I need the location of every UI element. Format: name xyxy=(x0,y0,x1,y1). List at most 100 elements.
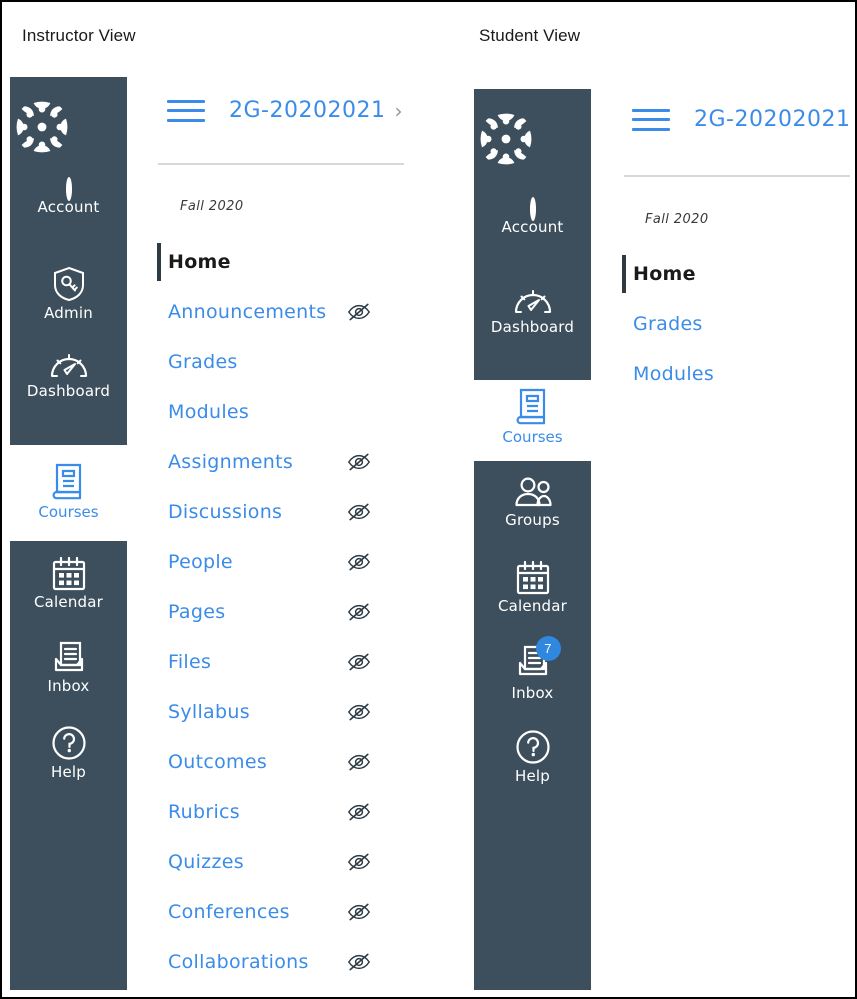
active-indicator xyxy=(622,255,626,293)
course-nav-item-conferences[interactable]: Conferences xyxy=(168,887,371,937)
course-nav-item-files[interactable]: Files xyxy=(168,637,371,687)
sidebar-item-inbox[interactable]: 7 Inbox xyxy=(474,636,591,701)
course-nav-label: Modules xyxy=(633,363,715,385)
course-nav-item-assignments[interactable]: Assignments xyxy=(168,437,371,487)
canvas-logo-icon xyxy=(16,101,68,153)
sidebar-item-label: Groups xyxy=(505,511,560,529)
sidebar-item-account[interactable]: Account xyxy=(10,177,127,216)
course-nav-label: Pages xyxy=(168,601,226,623)
eye-slash-icon[interactable] xyxy=(346,599,372,625)
canvas-logo[interactable] xyxy=(10,95,127,159)
sidebar-item-label: Courses xyxy=(38,503,99,521)
sidebar-item-label: Admin xyxy=(44,304,93,322)
eye-slash-icon[interactable] xyxy=(346,849,372,875)
course-nav-item-grades[interactable]: Grades xyxy=(633,299,714,349)
sidebar-item-label: Account xyxy=(501,218,564,236)
course-nav-label: Home xyxy=(633,263,696,285)
eye-slash-icon[interactable] xyxy=(346,699,372,725)
course-nav-item-discussions[interactable]: Discussions xyxy=(168,487,371,537)
instructor-view-heading: Instructor View xyxy=(22,26,136,45)
book-icon xyxy=(516,388,545,425)
course-nav-item-modules[interactable]: Modules xyxy=(633,349,714,399)
sidebar-item-calendar[interactable]: Calendar xyxy=(10,556,127,610)
student-global-nav-bottom: Groups Calendar 7 Inbox Help xyxy=(474,461,591,990)
term-label: Fall 2020 xyxy=(180,199,244,214)
sidebar-item-label: Calendar xyxy=(33,593,104,611)
header-divider xyxy=(158,163,404,165)
instructor-course-header: 2G-20202021 › xyxy=(167,98,402,123)
avatar xyxy=(65,177,72,201)
question-circle-icon xyxy=(51,726,86,760)
eye-slash-icon[interactable] xyxy=(346,899,372,925)
course-nav-item-modules[interactable]: Modules xyxy=(168,387,326,437)
student-course-header: 2G-20202021 xyxy=(632,107,850,132)
eye-slash-icon[interactable] xyxy=(346,299,372,325)
calendar-icon xyxy=(516,560,549,595)
question-circle-icon xyxy=(515,730,550,764)
sidebar-item-label: Account xyxy=(37,198,100,216)
shield-key-icon xyxy=(53,266,84,302)
eye-slash-icon[interactable] xyxy=(346,449,372,475)
eye-slash-icon[interactable] xyxy=(346,799,372,825)
student-view-heading: Student View xyxy=(479,26,581,45)
hamburger-icon[interactable] xyxy=(167,99,205,122)
sidebar-item-groups[interactable]: Groups xyxy=(474,476,591,528)
sidebar-item-help[interactable]: Help xyxy=(10,724,127,780)
course-nav-item-quizzes[interactable]: Quizzes xyxy=(168,837,371,887)
student-course-nav: Home Grades Modules xyxy=(622,249,714,399)
eye-slash-icon[interactable] xyxy=(346,499,372,525)
course-nav-item-collaborations[interactable]: Collaborations xyxy=(168,937,371,987)
course-nav-label: Files xyxy=(168,651,212,673)
sidebar-item-dashboard[interactable]: Dashboard xyxy=(474,285,591,335)
course-nav-item-pages[interactable]: Pages xyxy=(168,587,371,637)
course-title[interactable]: 2G-20202021 xyxy=(694,107,850,132)
course-nav-label: People xyxy=(168,551,233,573)
sidebar-item-label: Calendar xyxy=(497,597,568,615)
course-nav-item-home[interactable]: Home xyxy=(157,237,326,287)
course-nav-item-home[interactable]: Home xyxy=(622,249,714,299)
eye-slash-icon[interactable] xyxy=(346,949,372,975)
eye-slash-icon[interactable] xyxy=(346,549,372,575)
sidebar-item-admin[interactable]: Admin xyxy=(10,265,127,321)
groups-icon xyxy=(514,477,552,507)
course-nav-item-outcomes[interactable]: Outcomes xyxy=(168,737,371,787)
course-nav-label: Assignments xyxy=(168,451,294,473)
instructor-global-nav-top: Account Admin Dashboard xyxy=(10,77,127,445)
eye-slash-icon[interactable] xyxy=(346,649,372,675)
course-nav-label: Conferences xyxy=(168,901,290,923)
course-nav-label: Collaborations xyxy=(168,951,309,973)
sidebar-item-calendar[interactable]: Calendar xyxy=(474,560,591,614)
course-nav-label: Outcomes xyxy=(168,751,268,773)
canvas-logo-icon xyxy=(480,113,532,165)
course-nav-item-people[interactable]: People xyxy=(168,537,371,587)
course-nav-item-syllabus[interactable]: Syllabus xyxy=(168,687,371,737)
chevron-right-icon[interactable]: › xyxy=(394,101,402,121)
course-nav-item-announcements[interactable]: Announcements xyxy=(168,287,371,337)
sidebar-item-courses[interactable]: Courses xyxy=(474,387,591,446)
canvas-logo[interactable] xyxy=(474,107,591,171)
course-nav-label: Quizzes xyxy=(168,851,244,873)
sidebar-item-inbox[interactable]: Inbox xyxy=(10,640,127,694)
course-nav-item-grades[interactable]: Grades xyxy=(168,337,326,387)
course-nav-label: Grades xyxy=(633,313,703,335)
avatar xyxy=(529,197,536,221)
header-divider xyxy=(624,175,850,177)
hamburger-icon[interactable] xyxy=(632,108,670,131)
course-nav-label: Syllabus xyxy=(168,701,250,723)
active-indicator xyxy=(157,243,161,281)
sidebar-item-label: Courses xyxy=(502,428,563,446)
sidebar-item-dashboard[interactable]: Dashboard xyxy=(10,349,127,399)
sidebar-item-label: Dashboard xyxy=(490,318,575,336)
course-nav-item-rubrics[interactable]: Rubrics xyxy=(168,787,371,837)
sidebar-item-courses[interactable]: Courses xyxy=(10,462,127,521)
book-icon xyxy=(52,463,81,500)
course-title[interactable]: 2G-20202021 xyxy=(229,98,385,123)
course-nav-label: Grades xyxy=(168,351,238,373)
sidebar-item-help[interactable]: Help xyxy=(474,728,591,784)
term-label: Fall 2020 xyxy=(645,212,709,227)
sidebar-item-label: Help xyxy=(515,767,550,785)
course-nav-label: Announcements xyxy=(168,301,327,323)
eye-slash-icon[interactable] xyxy=(346,749,372,775)
instructor-global-nav-bottom: Calendar Inbox Help xyxy=(10,541,127,990)
sidebar-item-account[interactable]: Account xyxy=(474,197,591,236)
